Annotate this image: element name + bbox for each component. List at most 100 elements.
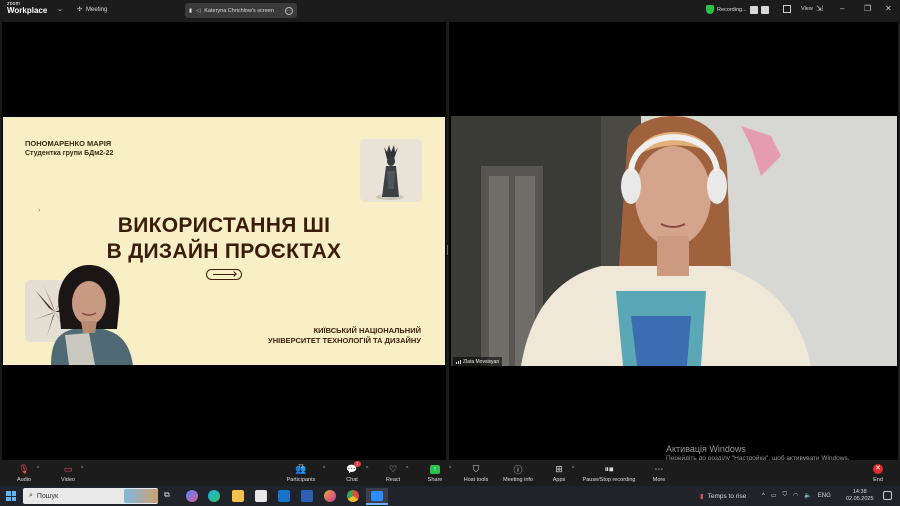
share-label: Share <box>427 477 443 483</box>
audio-label: Audio <box>16 477 32 483</box>
minimize-icon[interactable]: – <box>840 4 844 13</box>
apps-label: Apps <box>552 477 566 483</box>
slide-title-line-1: ВИКОРИСТАННЯ ШІ <box>117 214 331 237</box>
chat-button[interactable]: 💬 1 Chat <box>342 461 362 483</box>
word-icon[interactable] <box>301 490 313 502</box>
university-line-1: КИЇВСЬКИЙ НАЦІОНАЛЬНИЙ <box>313 326 421 335</box>
chrome-icon[interactable] <box>347 490 359 502</box>
author-name: ПОНОМАРЕНКО МАРІЯ <box>25 139 112 148</box>
taskbar-clock[interactable]: 14:38 02.05.2025 <box>846 489 874 504</box>
signal-bars-icon <box>456 359 461 364</box>
audio-options-caret[interactable]: ^ <box>37 466 39 472</box>
presenter-video-overlay <box>51 265 133 365</box>
participants-button[interactable]: 👥 73 Participants <box>285 463 317 484</box>
taskbar-search-box[interactable]: ⌕ Пошук <box>23 488 158 504</box>
file-explorer-icon[interactable] <box>232 490 244 502</box>
app-icon[interactable] <box>324 490 336 502</box>
apps-button[interactable]: ⊞ Apps <box>548 463 570 484</box>
end-label: End <box>873 477 883 483</box>
security-shield-icon <box>706 5 714 14</box>
chevron-down-icon[interactable]: ⌄ <box>57 5 63 13</box>
windows-start-icon[interactable] <box>6 491 16 501</box>
task-view-icon[interactable]: ⧉ <box>164 490 176 502</box>
meeting-info-button[interactable]: ⓘ Meeting info <box>500 463 536 484</box>
tray-overflow-icon[interactable]: ^ <box>762 493 765 499</box>
mic-muted-icon: 🎙 <box>18 463 30 474</box>
participants-label: Participants <box>286 477 316 483</box>
screen-share-label: Kateryna Chrichlow's screen <box>204 7 274 14</box>
zoom-tray-icon[interactable]: ▭ <box>771 492 777 499</box>
search-icon: ⌕ <box>29 492 33 499</box>
security-tray-icon[interactable]: ⛉ <box>783 492 788 499</box>
windows-taskbar: ⌕ Пошук ⧉ ▮ Temps to rise ^ ▭ ⛉ ◠ 🔈 ENG … <box>0 486 900 506</box>
screen-share-indicator[interactable]: ▮ ◁ Kateryna Chrichlow's screen ··· <box>185 3 297 18</box>
meeting-info-label: Meeting info <box>503 477 533 483</box>
split-view-handle[interactable] <box>447 245 448 255</box>
view-button[interactable]: View <box>801 6 813 12</box>
participant-video[interactable] <box>451 116 897 366</box>
chat-options-caret[interactable]: ^ <box>366 466 368 472</box>
pause-stop-recording-button[interactable]: ⏸⏹ Pause/Stop recording <box>580 463 638 484</box>
pause-stop-label: Pause/Stop recording <box>582 477 636 483</box>
recording-indicator: Recording... <box>706 5 769 14</box>
host-tools-label: Host tools <box>463 477 489 483</box>
share-button[interactable]: ↑ Share <box>424 463 446 483</box>
meeting-controls-bar: 🎙 Audio ^ ▭ Video ^ 👥 73 Participants ^ … <box>0 460 900 486</box>
more-options-icon[interactable]: ··· <box>285 6 293 15</box>
slide-arrow-icon <box>206 269 242 280</box>
copilot-icon[interactable] <box>186 490 198 502</box>
author-group: Студентка групи БДм2-22 <box>25 149 114 157</box>
language-indicator[interactable]: ENG <box>818 493 831 499</box>
apps-options-caret[interactable]: ^ <box>572 466 574 472</box>
clock-date: 02.05.2025 <box>846 496 874 503</box>
meeting-label: Meeting <box>86 6 108 13</box>
zoom-taskbar-icon[interactable] <box>366 488 388 505</box>
weather-text: Temps to rise <box>707 492 747 500</box>
mic-icon: ▮ <box>189 7 193 14</box>
recording-label: Recording... <box>717 6 747 13</box>
host-tools-button[interactable]: ⛉ Host tools <box>461 463 491 484</box>
host-shield-icon: ⛉ <box>472 463 480 474</box>
share-screen-icon: ↑ <box>424 463 446 475</box>
notification-center-icon[interactable] <box>883 491 892 500</box>
system-tray: ^ ▭ ⛉ ◠ 🔈 ENG <box>762 492 831 499</box>
search-placeholder: Пошук <box>36 492 59 500</box>
gallery-grid-icon[interactable] <box>783 5 791 13</box>
react-button[interactable]: ♡ React <box>382 463 404 484</box>
close-window-icon[interactable]: ✕ <box>885 4 892 13</box>
volume-icon[interactable]: 🔈 <box>804 492 811 499</box>
edge-browser-icon[interactable] <box>208 490 220 502</box>
video-button[interactable]: ▭ Video <box>58 463 78 484</box>
more-button[interactable]: ⋯ More <box>648 463 670 484</box>
wifi-icon[interactable]: ◠ <box>793 492 798 499</box>
react-label: React <box>385 477 401 483</box>
outlook-icon[interactable] <box>278 490 290 502</box>
react-options-caret[interactable]: ^ <box>406 466 408 472</box>
pause-recording-icon[interactable] <box>749 5 758 14</box>
end-call-icon: ✕ <box>868 463 888 475</box>
stop-recording-icon[interactable] <box>760 5 769 14</box>
zoom-top-bar: zoom Workplace ⌄ ✣ Meeting ▮ ◁ Kateryna … <box>0 0 900 20</box>
video-options-caret[interactable]: ^ <box>81 466 83 472</box>
participants-count: 73 <box>298 464 304 470</box>
video-label: Video <box>61 477 75 483</box>
apps-icon: ⊞ <box>555 463 563 474</box>
audio-button[interactable]: 🎙 Audio <box>14 463 34 484</box>
speaker-icon: ◁ <box>196 7 201 14</box>
participant-name: Zlata Movsisyan <box>463 358 500 365</box>
heart-icon: ♡ <box>388 463 398 474</box>
statue-image <box>360 139 422 202</box>
fullscreen-icon[interactable]: ⇲ <box>816 4 823 13</box>
participants-options-caret[interactable]: ^ <box>323 466 325 472</box>
restore-icon[interactable]: ❐ <box>864 4 871 13</box>
chat-unread-badge: 1 <box>354 461 361 467</box>
microsoft-store-icon[interactable] <box>255 490 267 502</box>
slide-university: КИЇВСЬКИЙ НАЦІОНАЛЬНИЙ УНІВЕРСИТЕТ ТЕХНО… <box>268 326 421 346</box>
clock-time: 14:38 <box>852 489 867 495</box>
thermometer-icon: ▮ <box>700 493 704 500</box>
share-options-caret[interactable]: ^ <box>449 466 451 472</box>
meeting-menu[interactable]: ✣ Meeting <box>77 6 108 14</box>
end-meeting-button[interactable]: ✕ End <box>868 463 888 483</box>
presentation-slide: ПОНОМАРЕНКО МАРІЯ Студентка групи БДм2-2… <box>3 117 445 365</box>
weather-widget[interactable]: ▮ Temps to rise <box>700 492 747 501</box>
